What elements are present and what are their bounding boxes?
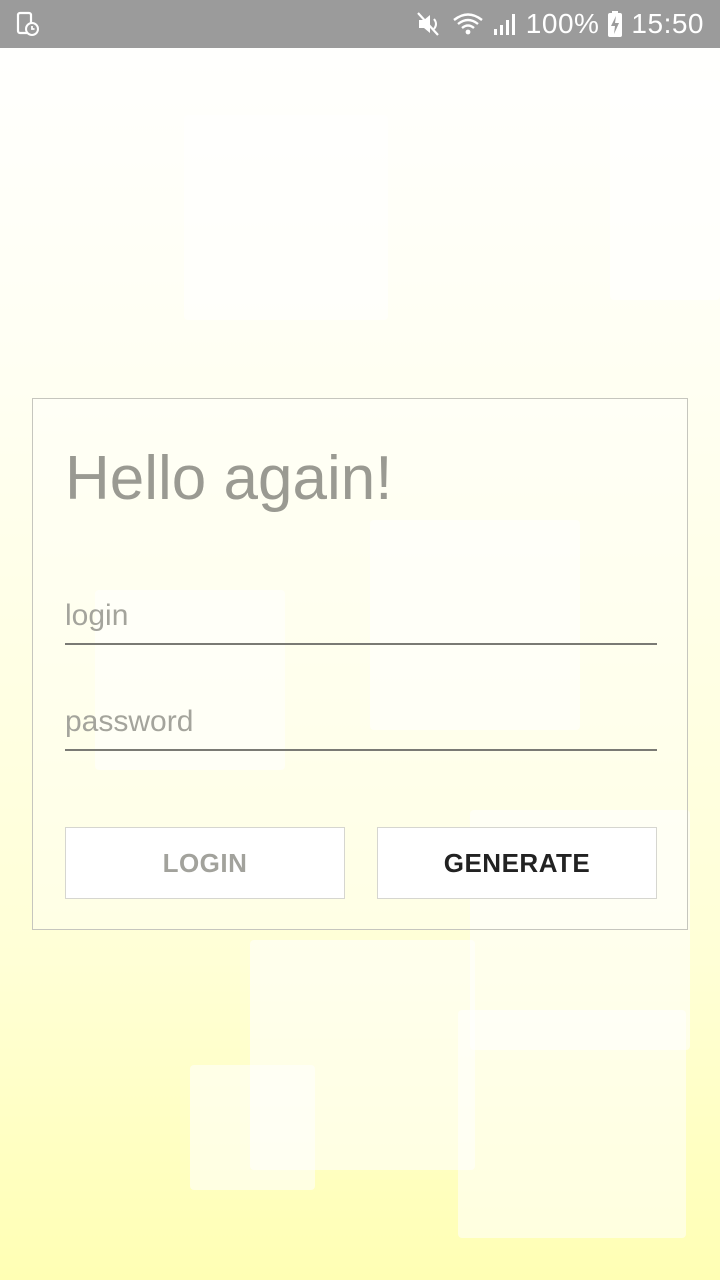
wifi-icon [452, 11, 484, 37]
greeting-title: Hello again! [65, 444, 393, 513]
background-decoration [458, 1010, 686, 1238]
battery-charging-icon [607, 10, 623, 38]
password-field-container [65, 681, 657, 751]
login-card: Hello again! LOGIN GENERATE [32, 398, 688, 930]
login-button[interactable]: LOGIN [65, 827, 345, 899]
background-decoration [184, 115, 388, 320]
login-input[interactable] [65, 575, 657, 643]
password-input[interactable] [65, 681, 657, 749]
screen-lock-icon [16, 11, 40, 37]
signal-icon [492, 11, 518, 37]
mute-icon [416, 11, 444, 37]
background-decoration [610, 80, 720, 300]
generate-button[interactable]: GENERATE [377, 827, 657, 899]
status-bar: 100% 15:50 [0, 0, 720, 48]
login-field-container [65, 575, 657, 645]
battery-percentage: 100% [525, 8, 600, 39]
background-decoration [190, 1065, 315, 1190]
clock: 15:50 [631, 8, 704, 39]
